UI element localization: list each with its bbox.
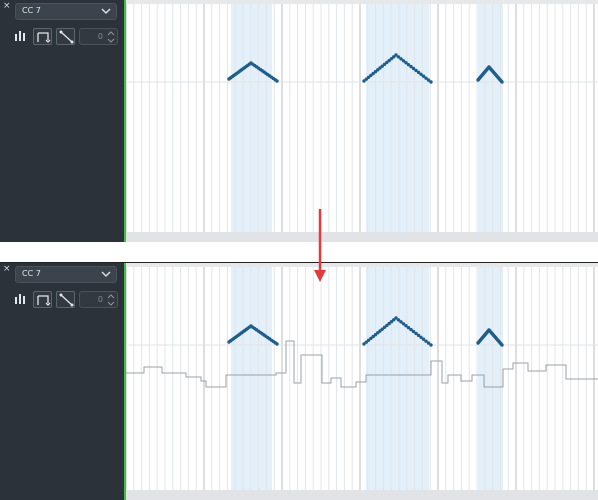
cc-lane-header: × CC 7 0: [0, 0, 124, 242]
cc-editor-before: × CC 7 0: [0, 0, 598, 242]
draw-tool-button[interactable]: [11, 28, 30, 45]
select-range-icon: [37, 32, 51, 43]
value-display: 0: [97, 32, 103, 41]
selection-band: [478, 0, 503, 232]
bar-chart-icon: [15, 31, 25, 41]
cc-editor-after: × CC 7 0: [0, 263, 598, 500]
cc-step-line: [126, 340, 598, 388]
cc-point: [429, 343, 433, 347]
line-tool-icon: [59, 293, 74, 307]
select-tool-button[interactable]: [33, 291, 52, 308]
controller-dropdown[interactable]: CC 7: [15, 3, 117, 20]
line-tool-button[interactable]: [56, 28, 75, 45]
cc-point: [275, 342, 279, 346]
chevron-down-icon: [101, 8, 111, 15]
close-icon[interactable]: ×: [3, 2, 11, 11]
value-stepper[interactable]: 0: [79, 291, 118, 308]
scrollbar: [126, 232, 598, 242]
controller-dropdown[interactable]: CC 7: [15, 266, 117, 283]
bar-chart-icon: [15, 294, 25, 304]
selection-band: [231, 263, 272, 490]
chevron-down-icon: [101, 271, 111, 278]
selection-band: [478, 263, 503, 490]
stepper-arrows-icon[interactable]: [107, 294, 115, 306]
ruler: [126, 0, 598, 4]
cc-grid[interactable]: [126, 0, 598, 242]
cc-point: [500, 80, 504, 84]
selection-band: [231, 0, 272, 232]
draw-tool-button[interactable]: [11, 291, 30, 308]
cc-point: [275, 79, 279, 83]
cc-point: [429, 80, 433, 84]
scrollbar: [126, 490, 598, 500]
line-tool-button[interactable]: [56, 291, 75, 308]
cc-point: [500, 343, 504, 347]
controller-label: CC 7: [22, 269, 41, 278]
stepper-arrows-icon[interactable]: [107, 31, 115, 43]
cc-grid[interactable]: [126, 263, 598, 500]
value-display: 0: [97, 295, 103, 304]
select-range-icon: [37, 295, 51, 306]
cc-lane-header: × CC 7 0: [0, 263, 124, 500]
controller-label: CC 7: [22, 6, 41, 15]
ruler: [126, 263, 598, 267]
value-stepper[interactable]: 0: [79, 28, 118, 45]
close-icon[interactable]: ×: [3, 265, 11, 274]
line-tool-icon: [59, 30, 74, 44]
select-tool-button[interactable]: [33, 28, 52, 45]
